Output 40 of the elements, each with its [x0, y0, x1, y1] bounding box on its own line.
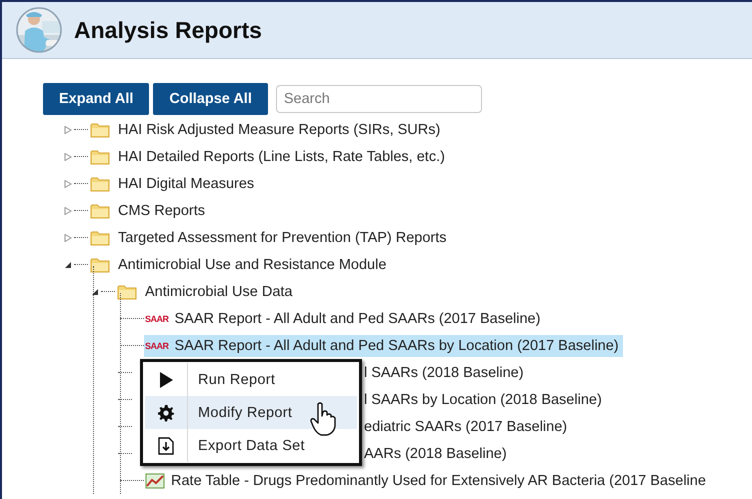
download-icon: [158, 436, 174, 454]
expand-arrow-icon[interactable]: [64, 180, 72, 188]
folder-label[interactable]: Antimicrobial Use Data: [143, 282, 294, 302]
folder-label[interactable]: HAI Detailed Reports (Line Lists, Rate Tables, etc.): [116, 146, 447, 166]
collapse-arrow-icon[interactable]: [91, 288, 99, 296]
collapse-arrow-icon[interactable]: [64, 260, 72, 268]
report-item[interactable]: SAAR SAAR Report - All Adult and Ped SAARs by Location (2017 Baseline): [144, 334, 623, 356]
saar-icon: SAAR: [145, 314, 169, 324]
folder-label[interactable]: HAI Digital Measures: [116, 174, 256, 194]
line-chart-icon: [145, 472, 165, 488]
saar-icon: SAAR: [145, 340, 169, 350]
expand-arrow-icon[interactable]: [64, 206, 72, 214]
page-title: Analysis Reports: [74, 16, 262, 44]
folder-icon: [90, 202, 110, 218]
folder-icon: [90, 230, 110, 246]
report-label[interactable]: l SAARs (2018 Baseline): [362, 362, 526, 382]
play-icon: [159, 372, 173, 388]
search-field[interactable]: Search: [276, 85, 482, 113]
report-item[interactable]: Rate Table - Drugs Predominantly Used for Extensively AR Bacteria (2017 Baseline: [144, 470, 710, 492]
expand-arrow-icon[interactable]: [64, 152, 72, 160]
report-label[interactable]: AARs (2018 Baseline): [362, 444, 509, 464]
folder-label[interactable]: Antimicrobial Use and Resistance Module: [116, 254, 388, 274]
report-label[interactable]: l SAARs by Location (2018 Baseline): [362, 390, 604, 410]
folder-icon: [117, 284, 137, 300]
menu-item[interactable]: Export Data Set: [145, 429, 357, 462]
tree-action-button[interactable]: Expand All: [43, 83, 150, 115]
expand-arrow-icon[interactable]: [64, 234, 72, 242]
folder-icon: [90, 256, 110, 272]
hand-cursor-icon: [310, 402, 336, 436]
expand-arrow-icon[interactable]: [64, 126, 72, 134]
settings-icon: [157, 404, 175, 422]
folder-icon: [90, 176, 110, 192]
report-label[interactable]: ediatric SAARs (2017 Baseline): [362, 416, 570, 436]
folder-label[interactable]: HAI Risk Adjusted Measure Reports (SIRs, SURs): [116, 120, 442, 140]
folder-label[interactable]: Targeted Assessment for Prevention (TAP) Reports: [116, 228, 449, 248]
folder-icon: [90, 148, 110, 164]
report-item[interactable]: SAAR SAAR Report - All Adult and Ped SAARs (2017 Baseline): [144, 308, 544, 330]
folder-icon: [90, 122, 110, 138]
tree-action-button[interactable]: Collapse All: [153, 83, 268, 115]
folder-label[interactable]: CMS Reports: [116, 200, 208, 220]
